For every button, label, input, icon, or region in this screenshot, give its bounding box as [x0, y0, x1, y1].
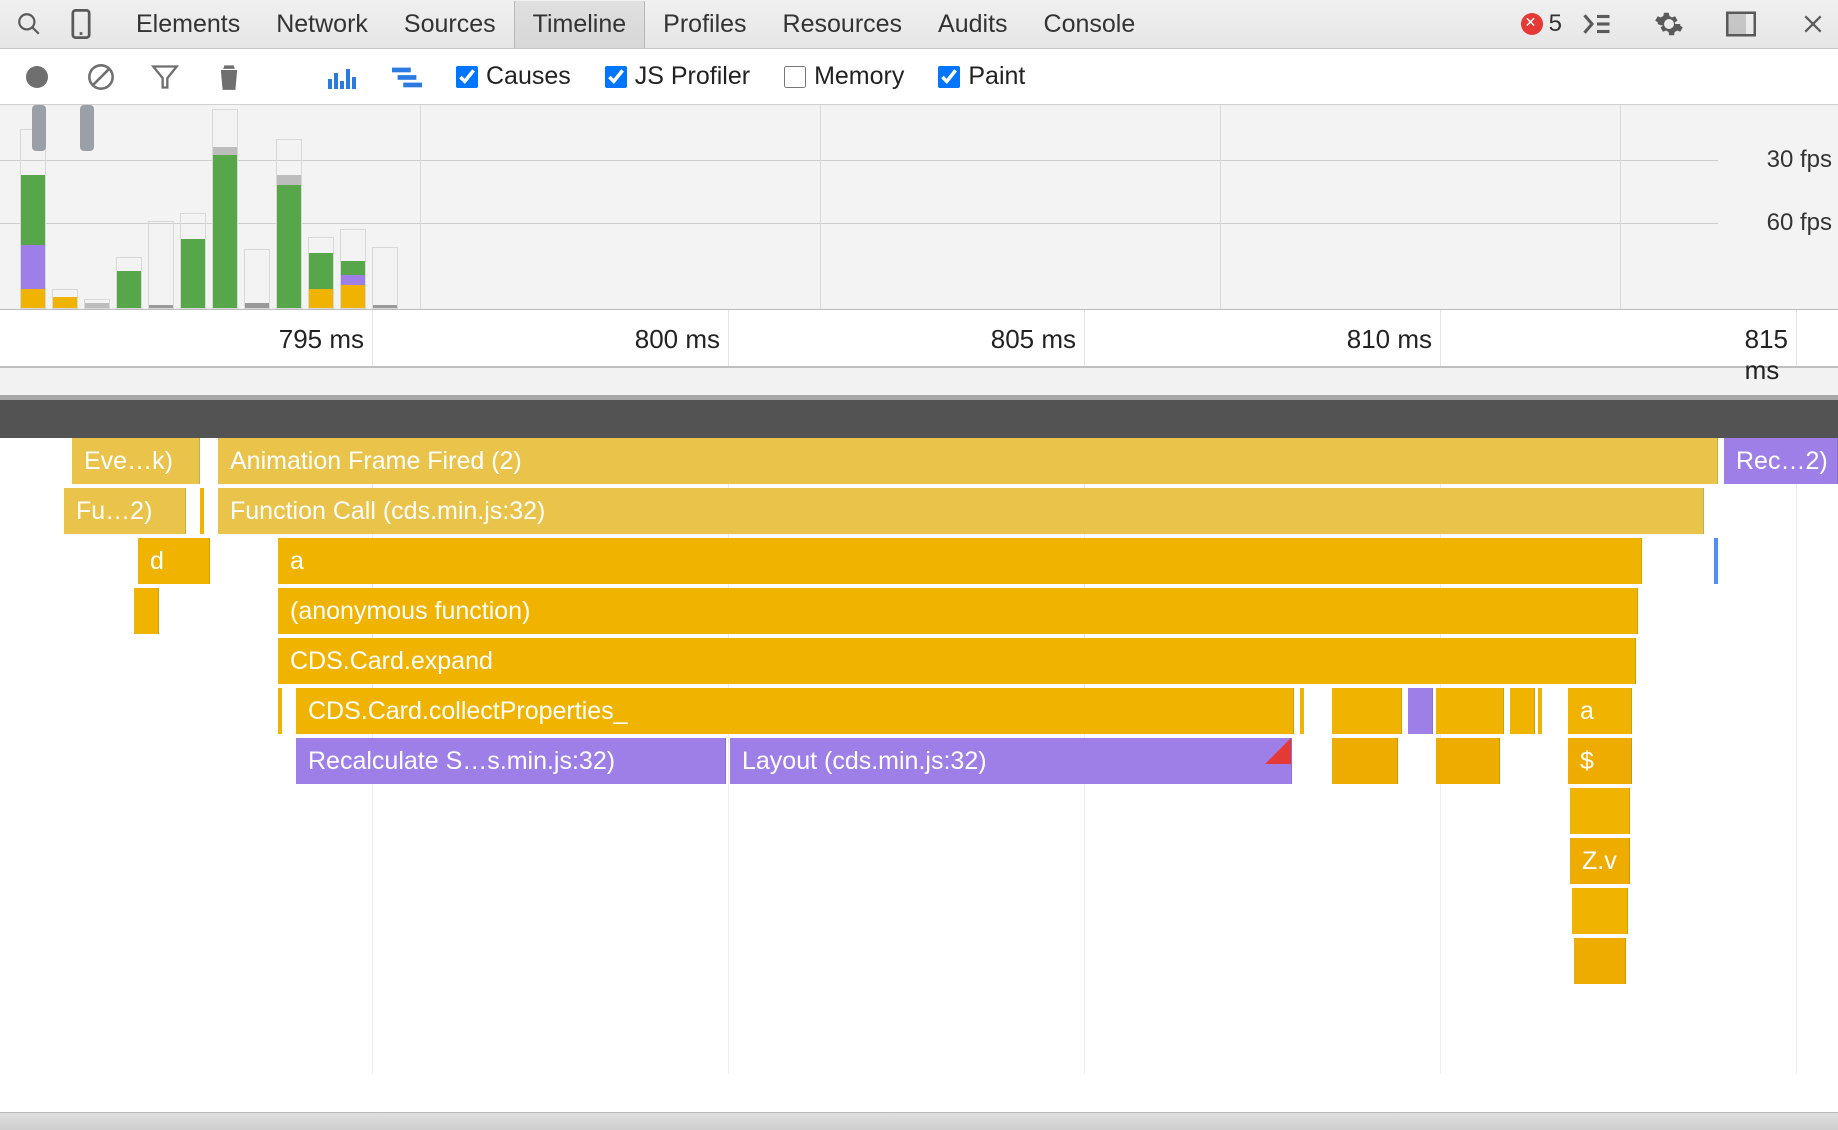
overview-frame-bar: [52, 109, 78, 309]
checkbox-causes-input[interactable]: [456, 66, 478, 88]
flame-bar[interactable]: [1408, 688, 1433, 734]
tab-sources[interactable]: Sources: [386, 1, 514, 48]
flame-bar[interactable]: Rec…2): [1724, 438, 1838, 484]
show-drawer-icon[interactable]: [1582, 9, 1612, 39]
flame-bar[interactable]: [1572, 888, 1628, 934]
overview-frame-bar: [148, 109, 174, 309]
flame-sliver: [1714, 538, 1718, 584]
tab-resources[interactable]: Resources: [765, 1, 921, 48]
checkbox-jsprofiler-input[interactable]: [605, 66, 627, 88]
overview-frame-bar: [244, 109, 270, 309]
ruler-label: 795 ms: [279, 324, 372, 355]
overview-frame-bar: [180, 109, 206, 309]
flame-chart-view-icon[interactable]: [328, 62, 358, 92]
checkbox-memory-input[interactable]: [784, 66, 806, 88]
flame-bar[interactable]: [1332, 688, 1402, 734]
checkbox-paint-input[interactable]: [938, 66, 960, 88]
overview-range-handle-right[interactable]: [80, 105, 94, 151]
waterfall-view-icon[interactable]: [392, 62, 422, 92]
checkbox-jsprofiler[interactable]: JS Profiler: [605, 62, 750, 91]
net-strip: [0, 400, 1838, 438]
flame-bar[interactable]: a: [278, 538, 1642, 584]
flame-bar[interactable]: Fu…2): [64, 488, 186, 534]
settings-gear-icon[interactable]: [1654, 9, 1684, 39]
fps-label: 60 fps: [1767, 209, 1832, 237]
overview-frame-bar: [116, 109, 142, 309]
overview-frame-bar: [340, 109, 366, 309]
flame-chart[interactable]: Eve…k) Animation Frame Fired (2)Rec…2) Fu……: [0, 438, 1838, 1074]
flame-bar[interactable]: [134, 588, 159, 634]
error-icon: [1521, 13, 1543, 35]
flame-bar[interactable]: a: [1568, 688, 1632, 734]
fps-label: 30 fps: [1767, 146, 1832, 174]
dock-side-icon[interactable]: [1726, 9, 1756, 39]
ruler-label: 800 ms: [635, 324, 728, 355]
flame-bar[interactable]: Z.v: [1570, 838, 1630, 884]
flame-bar[interactable]: [1436, 688, 1504, 734]
flame-bar[interactable]: (anonymous function): [278, 588, 1638, 634]
device-mode-icon[interactable]: [66, 9, 96, 39]
flame-bar[interactable]: d: [138, 538, 210, 584]
flame-sliver: [200, 488, 204, 534]
ruler-label: 810 ms: [1347, 324, 1440, 355]
devtools-tabbar: Elements Network Sources Timeline Profil…: [0, 0, 1838, 49]
flame-bar[interactable]: Layout (cds.min.js:32): [730, 738, 1292, 784]
time-ruler: 795 ms800 ms805 ms810 ms815 ms: [0, 310, 1838, 368]
garbage-collect-icon[interactable]: [214, 62, 244, 92]
search-icon[interactable]: [14, 9, 44, 39]
flame-bar[interactable]: Recalculate S…s.min.js:32): [296, 738, 726, 784]
checkbox-paint[interactable]: Paint: [938, 62, 1025, 91]
timeline-overview[interactable]: 30 fps 60 fps: [0, 105, 1838, 310]
ruler-label: 805 ms: [991, 324, 1084, 355]
flame-bar[interactable]: Eve…k): [72, 438, 200, 484]
flame-sliver: [1300, 688, 1304, 734]
tab-elements[interactable]: Elements: [118, 1, 258, 48]
clear-icon[interactable]: [86, 62, 116, 92]
horizontal-scrollbar[interactable]: [0, 1112, 1838, 1130]
flame-bar[interactable]: [1436, 738, 1500, 784]
flame-bar[interactable]: Animation Frame Fired (2): [218, 438, 1718, 484]
tab-console[interactable]: Console: [1026, 1, 1154, 48]
flame-bar[interactable]: [1510, 688, 1535, 734]
error-count-badge[interactable]: 5: [1521, 10, 1562, 38]
layout-warning-icon: [1265, 738, 1291, 764]
overview-frame-bar: [372, 109, 398, 309]
checkbox-jsprofiler-label: JS Profiler: [635, 62, 750, 91]
checkbox-paint-label: Paint: [968, 62, 1025, 91]
flame-bar[interactable]: CDS.Card.collectProperties_: [296, 688, 1294, 734]
record-icon[interactable]: [22, 62, 52, 92]
close-icon[interactable]: [1798, 9, 1828, 39]
panel-tabs: Elements Network Sources Timeline Profil…: [118, 1, 1153, 48]
overview-range-handle-left[interactable]: [32, 105, 46, 151]
ruler-label: 815 ms: [1745, 324, 1796, 386]
checkbox-causes-label: Causes: [486, 62, 571, 91]
tab-audits[interactable]: Audits: [920, 1, 1025, 48]
checkbox-causes[interactable]: Causes: [456, 62, 571, 91]
checkbox-memory-label: Memory: [814, 62, 904, 91]
flame-bar[interactable]: $: [1568, 738, 1632, 784]
error-count: 5: [1549, 10, 1562, 38]
flame-sliver: [278, 688, 282, 734]
cpu-strip: [0, 368, 1838, 400]
tab-network[interactable]: Network: [258, 1, 386, 48]
overview-frame-bar: [212, 109, 238, 309]
filter-icon[interactable]: [150, 62, 180, 92]
overview-frame-bar: [276, 109, 302, 309]
flame-bar[interactable]: Function Call (cds.min.js:32): [218, 488, 1704, 534]
flame-bar[interactable]: [1570, 788, 1630, 834]
tab-profiles[interactable]: Profiles: [645, 1, 764, 48]
flame-bar[interactable]: [1332, 738, 1398, 784]
timeline-toolbar: Causes JS Profiler Memory Paint: [0, 49, 1838, 105]
flame-bar[interactable]: [1574, 938, 1626, 984]
overview-bars: [20, 105, 398, 309]
tab-timeline[interactable]: Timeline: [514, 1, 646, 48]
checkbox-memory[interactable]: Memory: [784, 62, 904, 91]
overview-frame-bar: [308, 109, 334, 309]
flame-sliver: [1538, 688, 1542, 734]
flame-bar[interactable]: CDS.Card.expand: [278, 638, 1636, 684]
